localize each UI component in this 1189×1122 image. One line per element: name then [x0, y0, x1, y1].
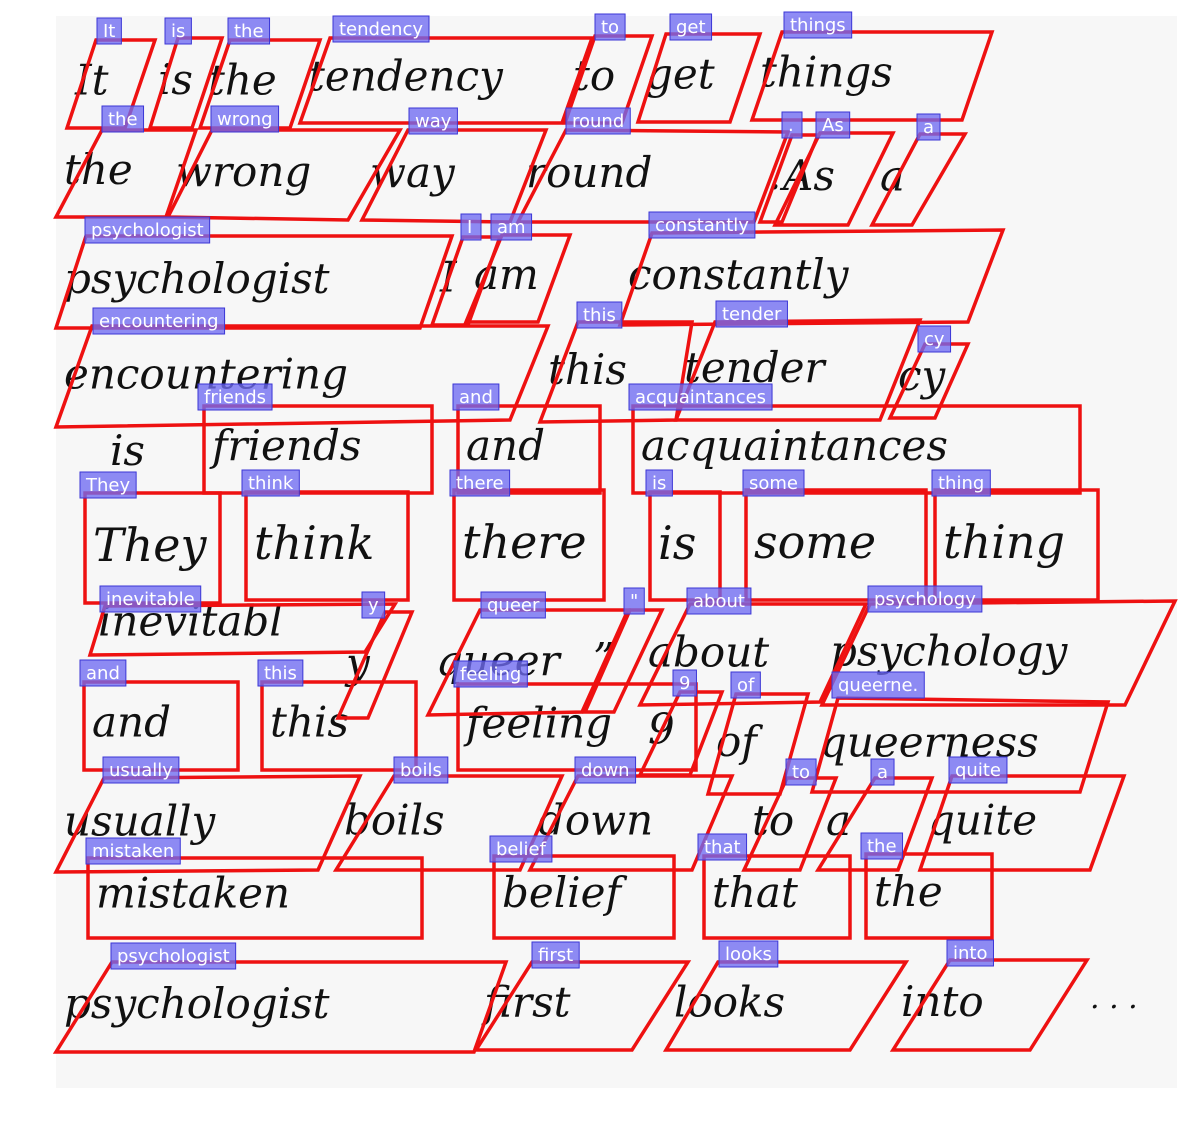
handwritten-word: there: [462, 515, 587, 569]
handwritten-word: things: [760, 48, 893, 97]
handwritten-word: thing: [943, 515, 1065, 569]
word-label: acquaintances: [635, 387, 766, 408]
word-label: mistaken: [92, 841, 174, 862]
word-label: queerne.: [838, 675, 918, 696]
word-label: looks: [725, 944, 772, 965]
word-label: queer: [487, 595, 540, 616]
handwritten-word: ”: [593, 634, 614, 683]
word-label: encountering: [99, 311, 219, 332]
handwritten-word: and: [92, 698, 171, 747]
word-label: to: [792, 762, 810, 783]
handwritten-word: friends: [209, 421, 361, 470]
word-bounding-box: [889, 958, 1091, 1052]
word-label: psychologist: [91, 220, 204, 241]
word-label: is: [171, 21, 185, 42]
word-label: They: [85, 475, 130, 496]
handwritten-word: and: [466, 421, 545, 470]
word-label: things: [790, 15, 846, 36]
handwritten-word: They: [93, 518, 208, 572]
word-label: boils: [400, 760, 442, 781]
word-label: some: [749, 473, 798, 494]
word-label: there: [456, 473, 504, 494]
word-label: down: [581, 760, 630, 781]
annotation-overlay: It is the tendency to get thingsthe wrong way rou…: [52, 11, 1178, 1054]
handwritten-word: think: [254, 516, 374, 570]
word-label: constantly: [655, 215, 749, 236]
handwritten-word: acquaintances: [641, 421, 948, 470]
word-label: 9: [679, 673, 690, 694]
word-label: the: [108, 109, 138, 130]
handwritten-word: mistaken: [96, 869, 290, 918]
word-label: into: [953, 943, 987, 964]
handwritten-word: It: [74, 56, 109, 105]
word-label: inevitable: [106, 589, 195, 610]
handwritten-word: the: [874, 867, 943, 916]
handwritten-word: the: [64, 145, 133, 194]
handwritten-word: am: [474, 250, 539, 299]
word-label: and: [459, 387, 493, 408]
handwritten-word: is: [658, 516, 696, 570]
word-label: the: [867, 836, 897, 857]
word-label: round: [572, 111, 624, 132]
handwritten-word: constantly: [628, 250, 850, 299]
handwritten-word: boils: [344, 795, 445, 844]
word-label: psychology: [874, 589, 976, 610]
handwritten-word: some: [754, 515, 876, 569]
handwritten-word: . . .: [1090, 981, 1138, 1016]
handwritten-word: psychology: [830, 626, 1069, 675]
word-label: a: [923, 117, 934, 138]
word-label: I: [467, 217, 472, 238]
word-label: a: [877, 762, 888, 783]
handwritten-word: this: [270, 698, 349, 747]
handwritten-word: the: [208, 56, 277, 105]
word-label: wrong: [217, 109, 273, 130]
handwritten-word: way: [370, 148, 456, 197]
word-label: am: [497, 217, 526, 238]
handwritten-word: wrong: [176, 147, 311, 196]
handwritten-word: tendency: [308, 52, 504, 101]
handwritten-word: a: [880, 151, 905, 200]
word-label: tender: [722, 304, 782, 325]
word-label: cy: [924, 329, 945, 350]
word-label: feeling: [460, 664, 521, 685]
word-label: It: [103, 21, 115, 42]
handwriting-layer: It is the tendency to get thingsthe wrong way rou…: [64, 48, 1138, 1028]
word-label: that: [704, 837, 741, 858]
word-label: psychologist: [117, 946, 230, 967]
word-label: .: [788, 115, 794, 136]
handwritten-word: that: [712, 868, 798, 917]
handwritten-word: is: [158, 55, 193, 104]
word-label: ": [630, 591, 638, 612]
word-label: get: [676, 17, 706, 38]
word-label: friends: [204, 387, 266, 408]
word-label: this: [583, 305, 616, 326]
word-label: the: [234, 21, 264, 42]
word-label: first: [538, 945, 573, 966]
word-label: usually: [109, 760, 173, 781]
word-label: quite: [955, 760, 1001, 781]
handwritten-word: get: [646, 50, 715, 99]
handwritten-word: is: [110, 426, 145, 475]
word-label: and: [86, 663, 120, 684]
word-label: think: [248, 473, 294, 494]
word-label: to: [601, 17, 619, 38]
word-label: belief: [496, 839, 547, 860]
word-label: As: [822, 115, 844, 136]
word-label: is: [652, 473, 666, 494]
handwritten-word: belief: [502, 868, 627, 917]
handwritten-word: psychologist: [64, 979, 330, 1028]
word-label: y: [368, 595, 379, 616]
word-label: thing: [938, 473, 984, 494]
word-label: this: [264, 663, 297, 684]
handwritten-word: looks: [674, 978, 785, 1027]
word-label: about: [693, 591, 745, 612]
handwritten-word: psychologist: [64, 254, 330, 303]
word-label: way: [415, 111, 452, 132]
word-label: of: [737, 675, 755, 696]
word-label: tendency: [339, 19, 423, 40]
